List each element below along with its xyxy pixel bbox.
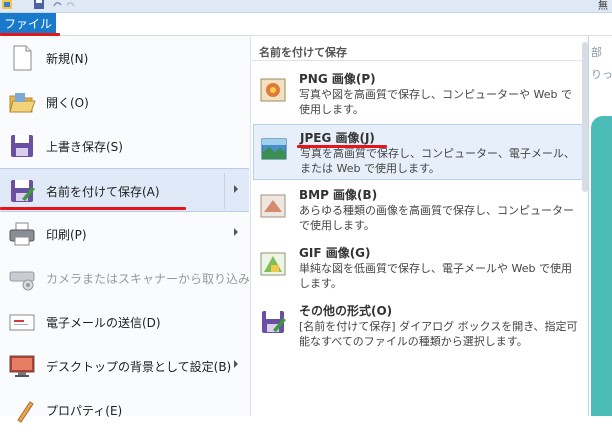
menu-item-open[interactable]: 開く(O) [0,80,249,124]
title-bar: 無 [0,0,612,13]
annotation-underline [0,207,186,210]
submenu-item-desc: 写真を高画質で保存し、コンピューター、電子メール、または Web で使用します。 [300,147,575,175]
background-document: 部 りっこ [588,36,612,416]
submenu-item-bmp[interactable]: BMP 画像(B) あらゆる種類の画像を高画質で保存し、コンピューターで使用しま… [253,182,583,238]
new-document-icon [13,45,32,71]
menu-item-label: 印刷(P) [46,228,87,242]
annotation-underline [297,145,387,148]
background-text: 部 [591,46,602,59]
png-image-icon [260,78,286,102]
menu-item-print[interactable]: 印刷(P) [0,212,249,256]
redo-icon[interactable] [66,0,76,9]
window-title: 無 [598,1,608,12]
menu-item-send-email[interactable]: 電子メールの送信(D) [0,300,249,344]
divider [251,60,584,61]
menu-item-label: 上書き保存(S) [46,140,123,154]
menu-item-set-desktop-background[interactable]: デスクトップの背景として設定(B) [0,344,249,388]
submenu-item-title: GIF 画像(G) [299,246,371,260]
properties-icon [17,401,34,423]
undo-icon[interactable] [52,0,62,9]
submenu-arrow-icon[interactable] [234,360,238,368]
app-icon [2,0,12,9]
submenu-arrow-icon[interactable] [234,228,238,236]
menu-item-scanner[interactable]: カメラまたはスキャナーから取り込み(M) [0,256,270,300]
other-formats-icon [262,311,286,333]
menu-left-pane: 新規(N) 開く(O) 上書き保存(S) 名前を付けて保存(A) 印刷(P) カ… [0,36,270,423]
menu-item-label: デスクトップの背景として設定(B) [46,360,232,374]
menu-item-label: カメラまたはスキャナーから取り込み(M) [46,272,270,286]
submenu-item-title: その他の形式(O) [299,304,393,318]
menu-item-label: 開く(O) [46,96,89,110]
save-as-icon [11,180,35,202]
menu-item-save[interactable]: 上書き保存(S) [0,124,249,168]
file-tab[interactable]: ファイル [0,13,56,35]
submenu-item-other-formats[interactable]: その他の形式(O) [名前を付けて保存] ダイアログ ボックスを開き、指定可能な… [253,298,583,354]
background-illustration [591,116,612,416]
menu-item-label: 電子メールの送信(D) [46,316,161,330]
jpeg-image-icon [261,138,287,160]
scanner-icon [9,271,35,291]
submenu-item-gif[interactable]: GIF 画像(G) 単純な図を低画質で保存し、電子メールや Web で使用します… [253,240,583,296]
background-text: りっこ [591,68,612,81]
save-quick-icon[interactable] [34,0,44,9]
submenu-item-desc: 単純な図を低画質で保存し、電子メールや Web で使用します。 [299,262,572,290]
desktop-icon [9,355,35,377]
save-as-submenu: 名前を付けて保存 PNG 画像(P) 写真や図を高画質で保存し、コンピューターや… [251,36,587,416]
menu-item-label: 名前を付けて保存(A) [46,185,160,199]
submenu-item-jpeg[interactable]: JPEG 画像(J) 写真を高画質で保存し、コンピューター、電子メール、または … [253,124,583,180]
file-menu: 新規(N) 開く(O) 上書き保存(S) 名前を付けて保存(A) 印刷(P) カ… [0,36,612,423]
save-floppy-icon [11,135,33,157]
submenu-header: 名前を付けて保存 [259,46,347,59]
open-folder-icon [9,93,36,113]
submenu-split [224,173,225,209]
menu-item-new[interactable]: 新規(N) [0,36,249,80]
submenu-item-desc: 写真や図を高画質で保存し、コンピューターや Web で使用します。 [299,88,572,116]
submenu-item-title: JPEG 画像(J) [300,131,375,145]
email-icon [9,314,35,331]
menu-item-label: プロパティ(E) [46,404,123,418]
printer-icon [9,222,35,246]
gif-image-icon [260,252,286,276]
submenu-item-desc: [名前を付けて保存] ダイアログ ボックスを開き、指定可能なすべてのファイルの種… [299,320,578,348]
menu-item-label: 新規(N) [46,52,89,66]
menu-item-properties[interactable]: プロパティ(E) [0,388,249,432]
bmp-image-icon [260,194,286,218]
submenu-item-title: BMP 画像(B) [299,188,378,202]
ribbon-bar: ファイル [0,13,612,36]
submenu-item-desc: あらゆる種類の画像を高画質で保存し、コンピューターで使用します。 [299,204,574,232]
submenu-item-png[interactable]: PNG 画像(P) 写真や図を高画質で保存し、コンピューターや Web で使用し… [253,66,583,122]
menu-item-save-as[interactable]: 名前を付けて保存(A) [0,168,249,212]
submenu-item-title: PNG 画像(P) [299,72,376,86]
submenu-arrow-icon[interactable] [234,185,238,193]
